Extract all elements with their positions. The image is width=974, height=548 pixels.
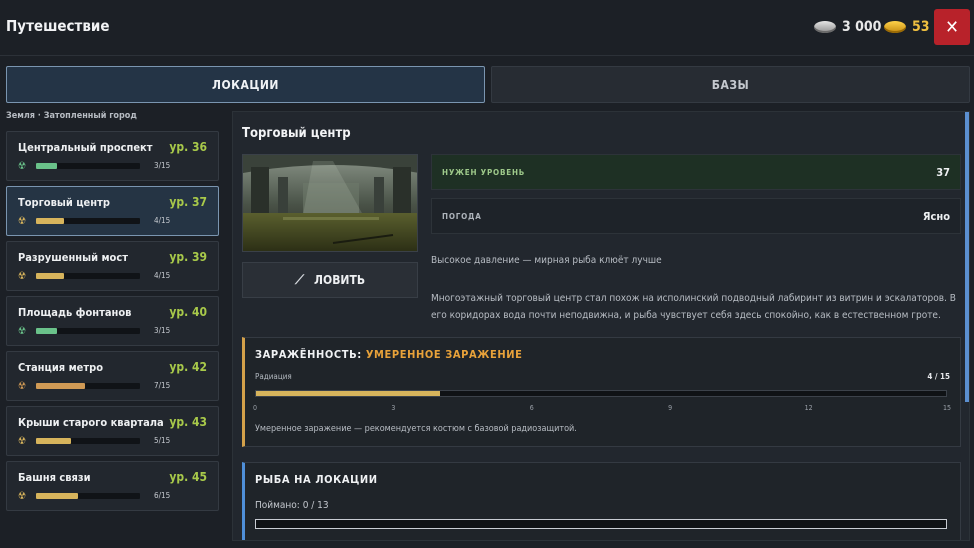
location-card[interactable]: Разрушенный мост ур. 39 ☢ 4/15 — [6, 241, 219, 291]
location-progress-fill — [36, 163, 57, 169]
location-progress-fill — [36, 438, 71, 444]
fish-panel: РЫБА НА ЛОКАЦИИ Поймано: 0 / 13 — [242, 462, 961, 540]
header: Путешествие 3 000 53 ✕ — [0, 0, 974, 56]
location-progress-fill — [36, 383, 85, 389]
weather-row: ПОГОДА Ясно — [431, 198, 961, 234]
radiation-icon: ☢ — [18, 161, 27, 172]
location-name: Площадь фонтанов — [18, 306, 132, 319]
silver-amount: 3 000 — [842, 19, 882, 35]
location-progress-fill — [36, 273, 64, 279]
radiation-label: Радиация — [255, 372, 292, 381]
radiation-icon: ☢ — [18, 436, 27, 447]
location-card[interactable]: Торговый центр ур. 37 ☢ 4/15 — [6, 186, 219, 236]
gold-balance: 53 — [884, 19, 930, 35]
location-image — [242, 154, 418, 252]
location-progress-bar — [36, 218, 140, 224]
caught-count: Поймано: 0 / 13 — [255, 500, 329, 511]
location-progress-fill — [36, 493, 78, 499]
location-progress-fill — [36, 328, 57, 334]
fishing-rod-icon: ⟋ — [294, 272, 305, 288]
contamination-description: Умеренное заражение — рекомендуется кост… — [255, 424, 577, 434]
silver-coin-icon — [814, 21, 836, 33]
location-progress-bar — [36, 328, 140, 334]
radiation-bar-fill — [256, 391, 441, 396]
radiation-tick: 0 — [252, 404, 258, 412]
tab-bases[interactable]: БАЗЫ — [491, 66, 970, 103]
location-progress-bar — [36, 383, 140, 389]
location-level: ур. 36 — [169, 140, 207, 154]
radiation-icon: ☢ — [18, 491, 27, 502]
weather-value: Ясно — [922, 209, 950, 223]
close-icon: ✕ — [945, 16, 959, 38]
contamination-level: УМЕРЕННОЕ ЗАРАЖЕНИЕ — [365, 348, 523, 361]
fish-button-label: ЛОВИТЬ — [314, 273, 366, 287]
location-card[interactable]: Башня связи ур. 45 ☢ 6/15 — [6, 461, 219, 511]
location-count: 5/15 — [154, 436, 171, 445]
location-count: 7/15 — [154, 381, 171, 390]
radiation-tick: 3 — [391, 404, 396, 412]
radiation-tick: 15 — [942, 404, 952, 412]
location-count: 4/15 — [154, 216, 171, 225]
radiation-icon: ☢ — [18, 271, 27, 282]
location-progress-bar — [36, 163, 140, 169]
location-card[interactable]: Площадь фонтанов ур. 40 ☢ 3/15 — [6, 296, 219, 346]
location-progress-fill — [36, 218, 64, 224]
required-level-row: НУЖЕН УРОВЕНЬ 37 — [431, 154, 961, 190]
silver-balance: 3 000 — [814, 19, 881, 35]
radiation-tick: 12 — [804, 404, 813, 412]
page-title: Путешествие — [6, 17, 110, 35]
location-name: Станция метро — [18, 361, 104, 374]
location-count: 3/15 — [154, 161, 171, 170]
location-name: Башня связи — [18, 471, 91, 484]
fish-panel-title: РЫБА НА ЛОКАЦИИ — [255, 473, 378, 486]
location-title: Торговый центр — [242, 126, 351, 141]
location-level: ур. 42 — [169, 360, 207, 374]
contamination-panel: ЗАРАЖЁННОСТЬ: УМЕРЕННОЕ ЗАРАЖЕНИЕ Радиац… — [242, 337, 961, 447]
radiation-bar — [255, 390, 947, 397]
location-level: ур. 45 — [169, 470, 207, 484]
breadcrumb: Земля · Затопленный город — [6, 111, 137, 121]
location-card[interactable]: Центральный проспект ур. 36 ☢ 3/15 — [6, 131, 219, 181]
location-count: 3/15 — [154, 326, 171, 335]
location-card[interactable]: Крыши старого квартала ур. 43 ☢ 5/15 — [6, 406, 219, 456]
location-name: Крыши старого квартала — [18, 416, 164, 429]
location-detail: Торговый центр ⟋ ЛОВИТЬ НУЖЕН УРОВЕНЬ 37… — [232, 111, 970, 541]
radiation-tick: 6 — [529, 404, 534, 412]
radiation-icon: ☢ — [18, 326, 27, 337]
caught-progress-bar — [255, 519, 947, 529]
radiation-scale: 0 3 6 9 12 15 — [252, 404, 951, 414]
location-card[interactable]: Станция метро ур. 42 ☢ 7/15 — [6, 351, 219, 401]
location-count: 6/15 — [154, 491, 171, 500]
tab-locations[interactable]: ЛОКАЦИИ — [6, 66, 485, 103]
weather-label: ПОГОДА — [442, 211, 482, 221]
location-level: ур. 39 — [169, 250, 207, 264]
required-level-label: НУЖЕН УРОВЕНЬ — [442, 167, 526, 177]
radiation-icon: ☢ — [18, 381, 27, 392]
location-progress-bar — [36, 438, 140, 444]
required-level-value: 37 — [936, 165, 950, 179]
location-name: Центральный проспект — [18, 141, 153, 154]
weather-effect: Высокое давление — мирная рыба клюёт луч… — [431, 255, 662, 266]
location-level: ур. 40 — [169, 305, 207, 319]
location-progress-bar — [36, 273, 140, 279]
location-description: Многоэтажный торговый центр стал похож н… — [431, 293, 956, 321]
location-name: Торговый центр — [18, 196, 110, 209]
location-count: 4/15 — [154, 271, 171, 280]
radiation-tick: 9 — [668, 404, 673, 412]
location-progress-bar — [36, 493, 140, 499]
close-button[interactable]: ✕ — [934, 9, 970, 45]
location-level: ур. 37 — [169, 195, 207, 209]
radiation-count: 4 / 15 — [927, 372, 950, 381]
fish-button[interactable]: ⟋ ЛОВИТЬ — [242, 262, 418, 298]
gold-coin-icon — [884, 21, 906, 33]
location-name: Разрушенный мост — [18, 251, 128, 264]
contamination-title: ЗАРАЖЁННОСТЬ: УМЕРЕННОЕ ЗАРАЖЕНИЕ — [255, 348, 522, 361]
radiation-icon: ☢ — [18, 216, 27, 227]
scrollbar[interactable] — [965, 112, 969, 402]
location-level: ур. 43 — [169, 415, 207, 429]
contamination-title-prefix: ЗАРАЖЁННОСТЬ: — [255, 348, 362, 361]
gold-amount: 53 — [912, 19, 930, 35]
